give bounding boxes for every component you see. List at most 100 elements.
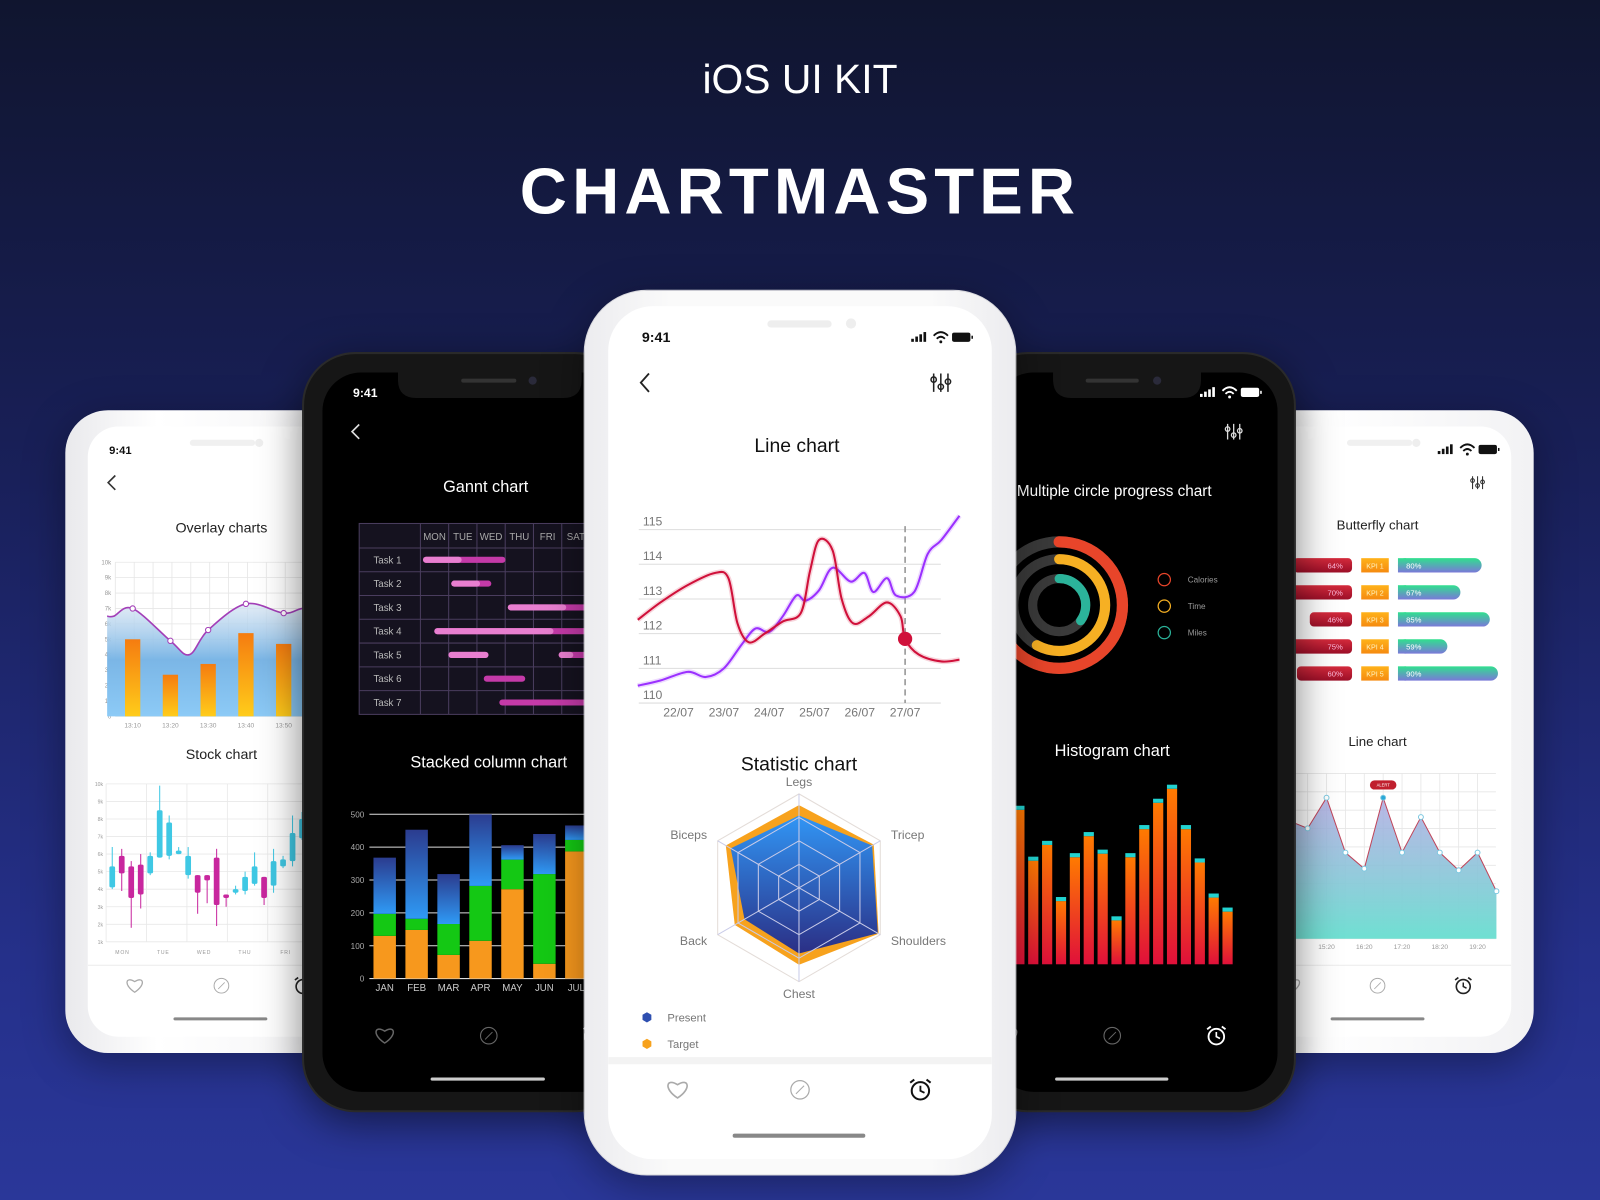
candle: [128, 861, 135, 928]
bar-cap: [1097, 849, 1108, 854]
y-tick-label: 300: [351, 876, 365, 885]
back-button[interactable]: [639, 372, 650, 393]
phone-circle-progress: Multiple circle progress chart Calories T…: [974, 352, 1296, 1113]
butterfly-row: 75% KPI 4 59%: [1283, 639, 1448, 654]
legend-swatch: [642, 1012, 652, 1023]
tab-alarm[interactable]: [1454, 976, 1472, 995]
y-tick-label: 2k: [98, 922, 104, 928]
tab-heart[interactable]: [126, 979, 143, 994]
compass-icon[interactable]: [213, 977, 230, 994]
series-glow: [637, 514, 962, 689]
camera: [845, 318, 857, 329]
alarm-icon[interactable]: [1454, 976, 1472, 995]
signal-icon: [1199, 393, 1203, 397]
signal-icon: [1445, 446, 1449, 455]
bar: [238, 633, 254, 717]
stack-segment: [501, 845, 524, 860]
butterfly-chart: 64% KPI 1 80% 70% KPI 2 67% 46% KPI 3 85% 75% KPI …: [1283, 558, 1498, 681]
chart-title: Statistic chart: [741, 753, 858, 775]
kpi-label: KPI 4: [1366, 643, 1383, 651]
candle: [270, 848, 277, 893]
back-button[interactable]: [107, 474, 116, 491]
tab-compass[interactable]: [1369, 977, 1386, 994]
chart-title: Line chart: [754, 435, 840, 457]
histogram-bar: [1208, 893, 1219, 965]
stack-segment: [469, 940, 492, 979]
tab-compass[interactable]: [213, 977, 230, 994]
butterfly-row: 60% KPI 5 90%: [1296, 666, 1498, 681]
task-label: Task 5: [373, 650, 401, 661]
y-tick-label: 7k: [98, 835, 104, 841]
x-tick-label: MON: [115, 950, 129, 956]
radar-chart: Legs Tricep Shoulders Chest Back Biceps Presen…: [642, 775, 946, 1051]
x-tick-label: MAR: [438, 983, 460, 994]
sliders-icon[interactable]: [1224, 423, 1243, 440]
tab-alarm[interactable]: [1206, 1025, 1227, 1046]
right-bar-square: [1397, 558, 1407, 573]
signal-icon: [923, 332, 927, 342]
candle-body: [175, 850, 182, 855]
wifi-arc: [1224, 390, 1235, 395]
data-point: [129, 605, 136, 612]
tab-compass[interactable]: [479, 1026, 498, 1045]
bar-cap: [1028, 856, 1039, 861]
filter-button[interactable]: [1224, 423, 1243, 440]
overlay-chart: 01k2k3k4k5k6k7k8k9k10k13:1013:2013:3013:…: [101, 559, 327, 730]
compass-icon[interactable]: [479, 1026, 498, 1045]
task-label: Task 1: [373, 555, 401, 566]
chevron-left-icon[interactable]: [350, 423, 360, 440]
tab-heart[interactable]: [375, 1028, 395, 1044]
back-button[interactable]: [350, 423, 360, 440]
bar-body: [1055, 901, 1067, 965]
sliders-icon[interactable]: [930, 373, 952, 392]
camera: [1153, 376, 1162, 385]
bar-cap: [1055, 897, 1067, 902]
tab-compass[interactable]: [1103, 1026, 1122, 1045]
data-point: [1455, 867, 1462, 874]
candle: [232, 885, 239, 895]
tab-bar: [1283, 976, 1472, 995]
x-tick-label: 24/07: [754, 705, 785, 719]
chart-title: Histogram chart: [1055, 742, 1171, 760]
battery-tip: [971, 335, 973, 339]
data-point: [242, 600, 250, 608]
left-value: 60%: [1328, 670, 1343, 679]
battery-tip: [1260, 390, 1262, 394]
alarm-icon[interactable]: [1206, 1025, 1227, 1046]
signal-icon: [1449, 444, 1453, 455]
y-tick-label: 114: [643, 549, 663, 563]
chevron-left-icon[interactable]: [639, 372, 650, 393]
y-tick-label: 115: [643, 515, 663, 529]
series-line: [637, 537, 960, 663]
bar-body: [1028, 860, 1039, 965]
axis-label: Chest: [783, 987, 816, 1001]
y-tick-label: 8k: [105, 590, 112, 597]
filter-button[interactable]: [1470, 476, 1485, 490]
y-tick-label: 112: [643, 619, 663, 633]
x-tick-label: FEB: [407, 983, 426, 994]
heart-icon[interactable]: [375, 1028, 395, 1044]
day-header: WED: [480, 532, 503, 543]
chart-title: Stacked column chart: [410, 753, 567, 771]
heart-icon[interactable]: [126, 979, 143, 994]
compass-icon[interactable]: [1369, 977, 1386, 994]
candle-body: [289, 833, 296, 862]
right-value: 90%: [1406, 670, 1421, 679]
bar-cap: [1139, 825, 1150, 830]
filter-button[interactable]: [930, 373, 952, 392]
chart-title: Butterfly chart: [1337, 518, 1419, 533]
camera: [255, 438, 264, 447]
histogram-bar: [1139, 825, 1150, 965]
candle-body: [261, 876, 267, 898]
sliders-icon[interactable]: [1470, 476, 1485, 490]
compass-needle: [1373, 982, 1382, 990]
bar-body: [1042, 844, 1053, 965]
chevron-left-icon[interactable]: [107, 474, 116, 491]
x-tick-label: 13:30: [200, 723, 217, 730]
signal-icon: [919, 334, 923, 342]
stack-segment: [469, 814, 492, 886]
compass-icon[interactable]: [1103, 1026, 1122, 1045]
legend-item: Target: [642, 1038, 699, 1051]
stack-segment: [501, 889, 524, 979]
status-time: 9:41: [642, 330, 671, 346]
